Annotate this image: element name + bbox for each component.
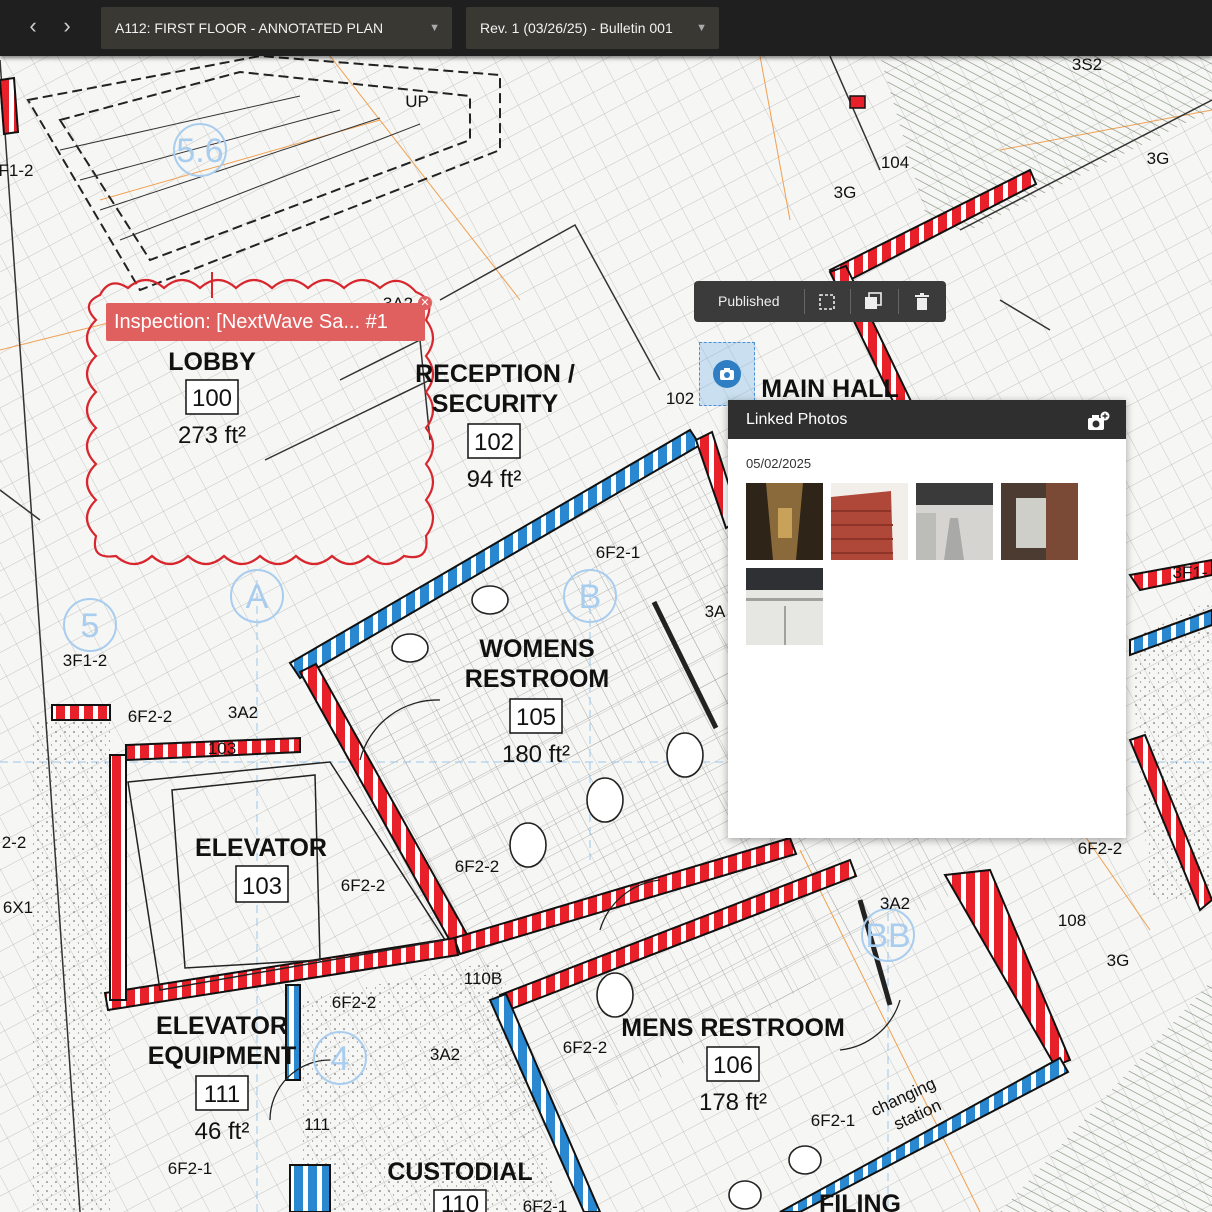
copy-button[interactable] [860, 289, 886, 315]
photo-thumbnail-3[interactable] [916, 483, 993, 560]
chevron-down-icon: ▼ [696, 22, 707, 34]
room-number: 103 [242, 873, 282, 900]
room-name: WOMENS [479, 635, 594, 663]
room-name: SECURITY [432, 390, 559, 418]
toolbar-divider [898, 289, 899, 314]
svg-text:6F2-1: 6F2-1 [811, 1111, 855, 1130]
photo-thumbnail-5[interactable] [746, 568, 823, 645]
svg-text:3A2: 3A2 [880, 894, 910, 913]
svg-text:3A: 3A [705, 602, 726, 621]
room-area: 46 ft² [195, 1118, 250, 1145]
add-photo-icon [1088, 411, 1110, 430]
top-bar: ‹ › A112: FIRST FLOOR - ANNOTATED PLAN ▼… [0, 0, 1212, 56]
room-name: LOBBY [168, 348, 256, 376]
room-name: RECEPTION / [415, 360, 575, 388]
markup-toolbar: Published [694, 281, 946, 322]
svg-text:6F2-2: 6F2-2 [455, 857, 499, 876]
linked-photos-title: Linked Photos [746, 411, 848, 428]
linked-photos-header: Linked Photos [728, 400, 1126, 439]
room-name: CUSTODIAL [387, 1158, 532, 1186]
room-number: 110 [441, 1191, 479, 1212]
room-area: 180 ft² [502, 741, 570, 768]
svg-text:A: A [246, 578, 269, 616]
svg-text:4: 4 [331, 1040, 350, 1078]
back-button[interactable]: ‹ [16, 10, 50, 44]
close-icon[interactable]: ✕ [418, 296, 432, 310]
svg-text:3A2: 3A2 [430, 1045, 460, 1064]
sheet-selector-label: A112: FIRST FLOOR - ANNOTATED PLAN [115, 20, 384, 36]
room-name: MENS RESTROOM [621, 1014, 845, 1042]
photo-thumbnail-4[interactable] [1001, 483, 1078, 560]
svg-text:6F2-1: 6F2-1 [596, 543, 640, 562]
select-area-button[interactable] [814, 289, 840, 315]
svg-text:3S2: 3S2 [1072, 56, 1102, 74]
room-number: 106 [713, 1052, 753, 1079]
add-photo-button[interactable] [1086, 409, 1110, 448]
svg-text:6F2-2: 6F2-2 [1078, 839, 1122, 858]
room-name: ELEVATOR [195, 834, 327, 862]
toolbar-divider [850, 289, 851, 314]
room-area: 273 ft² [178, 422, 246, 449]
svg-text:UP: UP [405, 92, 429, 111]
inspection-markup-label[interactable]: Inspection: [NextWave Sa... #1 [106, 303, 425, 341]
room-area: 178 ft² [699, 1089, 767, 1116]
svg-text:3F1-2: 3F1-2 [63, 651, 107, 670]
room-number: 105 [516, 704, 556, 731]
camera-icon [713, 360, 741, 388]
svg-text:111: 111 [304, 1115, 330, 1134]
svg-text:5: 5 [81, 607, 100, 645]
svg-text:B: B [579, 578, 602, 616]
revision-selector[interactable]: Rev. 1 (03/26/25) - Bulletin 001 ▼ [466, 7, 719, 49]
room-name: FILING [819, 1190, 901, 1212]
revision-selector-label: Rev. 1 (03/26/25) - Bulletin 001 [480, 20, 673, 36]
chevron-left-icon: ‹ [29, 13, 37, 38]
svg-text:110B: 110B [464, 969, 502, 988]
room-number: 102 [474, 429, 514, 456]
svg-text:103: 103 [208, 739, 236, 758]
svg-text:6F2-2: 6F2-2 [128, 707, 172, 726]
toolbar-divider [804, 289, 805, 314]
linked-photos-panel: Linked Photos 05/02/2025 [728, 400, 1126, 838]
room-name: MAIN HALL [761, 375, 898, 403]
svg-text:6F2-2: 6F2-2 [341, 876, 385, 895]
room-name: ELEVATOR [156, 1012, 288, 1040]
chevron-right-icon: › [63, 13, 71, 38]
sheet-selector[interactable]: A112: FIRST FLOOR - ANNOTATED PLAN ▼ [101, 7, 452, 49]
chevron-down-icon: ▼ [429, 22, 440, 34]
room-name: RESTROOM [465, 665, 609, 693]
svg-text:F1-2: F1-2 [0, 161, 33, 180]
select-area-icon [819, 294, 835, 310]
photo-thumbnail-1[interactable] [746, 483, 823, 560]
photo-pin[interactable] [699, 342, 755, 406]
svg-text:3G: 3G [1107, 951, 1130, 970]
svg-text:3A2: 3A2 [228, 703, 258, 722]
svg-text:6F2-1: 6F2-1 [168, 1159, 212, 1178]
svg-text:3F1-: 3F1- [1173, 563, 1208, 582]
svg-text:6F2-1: 6F2-1 [523, 1197, 567, 1212]
svg-text:3G: 3G [834, 183, 857, 202]
svg-text:102: 102 [666, 389, 694, 408]
svg-text:3G: 3G [1147, 149, 1170, 168]
forward-button[interactable]: › [50, 10, 84, 44]
svg-text:2-2: 2-2 [2, 833, 27, 852]
svg-text:108: 108 [1058, 911, 1086, 930]
svg-text:6F2-2: 6F2-2 [332, 993, 376, 1012]
inspection-label-text: Inspection: [NextWave Sa... #1 [114, 311, 388, 333]
trash-icon [915, 293, 929, 310]
svg-text:6F2-2: 6F2-2 [563, 1038, 607, 1057]
delete-button[interactable] [909, 289, 935, 315]
svg-text:BB: BB [865, 917, 910, 955]
room-name: EQUIPMENT [148, 1042, 297, 1070]
dotted-fill [30, 720, 110, 1212]
room-area: 94 ft² [467, 466, 522, 493]
copy-icon [865, 292, 882, 309]
photo-thumbnail-2[interactable] [831, 483, 908, 560]
room-number: 100 [192, 385, 232, 412]
svg-text:5.6: 5.6 [176, 132, 223, 170]
svg-text:104: 104 [881, 153, 909, 172]
photo-date: 05/02/2025 [746, 456, 812, 471]
room-number: 111 [204, 1081, 240, 1108]
status-published: Published [718, 293, 780, 309]
svg-text:6X1: 6X1 [3, 898, 33, 917]
